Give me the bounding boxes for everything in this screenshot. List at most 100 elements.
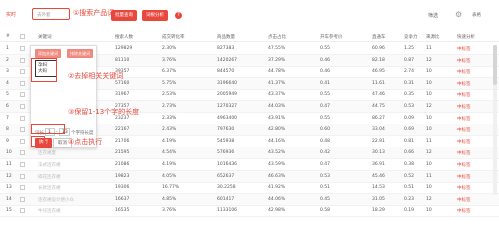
table-row[interactable]: 14 连衣裙设计感小众 16637 4.85% 601417 44.06% 0.45 31.0… — [0, 193, 499, 206]
cell-goods: 3196640 — [217, 80, 238, 86]
search-input[interactable]: 去外套 — [32, 8, 70, 20]
row-checkbox[interactable] — [20, 150, 25, 156]
row-checkbox[interactable] — [20, 80, 25, 86]
cell-action[interactable]: 中标签 — [457, 104, 471, 110]
cell-kw[interactable]: 法式连衣裙 — [38, 162, 61, 168]
cell-action[interactable]: 中标签 — [457, 162, 471, 168]
row-checkbox[interactable] — [20, 173, 25, 179]
cell-action[interactable]: 中标签 — [457, 116, 471, 122]
cell-ratio: 10 — [426, 69, 432, 75]
cell-action[interactable]: 中标签 — [457, 208, 471, 214]
cell-ztc: 82.18 — [372, 57, 385, 63]
cell-action[interactable]: 中标签 — [457, 58, 471, 64]
cell-goods: 30.2258 — [217, 185, 236, 191]
cell-click: 41.92% — [268, 185, 286, 191]
exclude-keyword-button[interactable]: 排除关键词 — [67, 49, 93, 58]
cell-kw[interactable]: 连衣裙夏 — [38, 150, 56, 156]
cell-goods: 545938 — [217, 138, 235, 144]
row-checkbox[interactable] — [20, 208, 25, 214]
header-conv[interactable]: 成交转化率 — [162, 34, 185, 40]
cell-action[interactable]: 中标签 — [457, 174, 471, 180]
row-checkbox[interactable] — [20, 162, 25, 167]
header-click[interactable]: 点击占比 — [268, 34, 286, 40]
execute-highlight-box — [31, 136, 45, 147]
cell-action[interactable]: 中标签 — [457, 197, 471, 203]
cell-click: 44.06% — [268, 196, 286, 202]
cell-comp: 0.19 — [404, 208, 415, 214]
header-search[interactable]: 搜索人数 — [115, 34, 133, 40]
cell-click: 46.63% — [268, 173, 286, 179]
cell-kw[interactable]: 牛仔连衣裙 — [38, 208, 61, 214]
cell-action[interactable]: 中标签 — [457, 81, 471, 87]
header-price[interactable]: 开车参考价 — [320, 34, 343, 40]
cell-action[interactable]: 中标签 — [457, 139, 471, 145]
select-all-checkbox[interactable] — [20, 34, 25, 39]
row-checkbox[interactable] — [20, 104, 25, 109]
row-checkbox[interactable] — [20, 69, 25, 75]
cell-click: 44.78% — [268, 69, 286, 75]
gear-icon[interactable]: ⚙ — [455, 10, 464, 19]
row-checkbox[interactable] — [20, 57, 25, 63]
cell-goods: 1420267 — [217, 57, 238, 63]
cell-goods: 1133106 — [217, 208, 238, 214]
scroll-thumb[interactable] — [493, 45, 497, 85]
cell-price: 0.60 — [320, 127, 331, 133]
row-checkbox[interactable] — [20, 115, 25, 121]
header-keyword[interactable]: 关键词 — [38, 34, 52, 40]
row-checkbox[interactable] — [20, 196, 25, 202]
cell-comp: 1.25 — [404, 46, 415, 51]
cell-price: 0.46 — [320, 69, 331, 75]
cell-action[interactable]: 中标签 — [457, 150, 471, 156]
header-ztc[interactable]: 直通车 — [372, 34, 386, 40]
table-row[interactable]: 15 牛仔连衣裙 16535 3.76% 1133106 42.98% 0.58 18.29 0… — [0, 205, 499, 218]
cell-action[interactable]: 中标签 — [457, 185, 471, 191]
cell-comp: 0.38 — [404, 162, 415, 167]
filter-label[interactable]: 筛选 — [428, 12, 438, 19]
batch-query-button[interactable]: 批量查询 — [111, 10, 137, 21]
cell-kw[interactable]: 碎花连衣裙 — [38, 174, 61, 180]
table-row[interactable]: 10 连衣裙夏 21595 4.54% 576936 43.52% 0.42 30.13 0.6… — [0, 147, 499, 160]
cell-id: 8 — [6, 127, 9, 133]
view-toggle[interactable]: 表格 — [472, 12, 492, 18]
cell-conv: 4.05% — [162, 173, 177, 179]
row-checkbox[interactable] — [20, 138, 25, 144]
cell-goods: 827383 — [217, 46, 235, 51]
scrollbar[interactable] — [493, 45, 497, 195]
cell-ratio: 12 — [426, 196, 432, 202]
row-checkbox[interactable] — [20, 185, 25, 191]
cell-comp: 0.52 — [404, 173, 415, 179]
header-ratio[interactable]: 来源比 — [426, 34, 440, 40]
include-keyword-button[interactable]: 添加关键词 — [35, 49, 61, 58]
row-checkbox[interactable] — [20, 92, 25, 98]
cell-ratio: 10 — [426, 208, 432, 214]
table-row[interactable]: 12 碎花连衣裙 19823 4.05% 652637 46.63% 0.53 45.46 0.… — [0, 170, 499, 183]
cell-click: 37.29% — [268, 57, 286, 63]
annotation-1: ①搜索产品词 — [73, 9, 114, 17]
cell-conv: 2.43% — [162, 127, 177, 133]
cell-goods: 797630 — [217, 127, 235, 133]
realtime-tab[interactable]: 实时 — [6, 11, 16, 18]
table-row[interactable]: 11 法式连衣裙 21086 4.19% 1016436 43.59% 0.47 36.91 0… — [0, 159, 499, 171]
table-row[interactable]: 13 长款连衣裙 19306 16.77% 30.2258 41.92% 0.51 14.53… — [0, 182, 499, 195]
length-unit-label: 个字符长度 — [71, 131, 94, 136]
header-comp[interactable]: 竞争力 — [404, 34, 418, 40]
cell-action[interactable]: 中标签 — [457, 92, 471, 98]
cell-action[interactable]: 中标签 — [457, 46, 471, 52]
header-goods[interactable]: 商品数量 — [217, 34, 235, 40]
cell-kw[interactable]: 连衣裙设计感小众 — [38, 197, 74, 203]
row-checkbox[interactable] — [20, 46, 25, 51]
cell-search: 31967 — [115, 92, 130, 98]
help-icon[interactable]: ? — [175, 12, 182, 19]
cell-ztc: 60.96 — [372, 46, 385, 51]
annotation-3-text: ③保留1-13个字的长度 — [68, 108, 140, 116]
cell-action[interactable]: 中标签 — [457, 127, 471, 133]
cell-conv: 2.73% — [162, 104, 177, 109]
cell-kw[interactable]: 长款连衣裙 — [38, 185, 61, 191]
cell-action[interactable]: 中标签 — [457, 69, 471, 75]
root-analysis-button[interactable]: 词根分析 — [142, 10, 168, 21]
annotation-2-text: ②去掉相关关键词 — [68, 72, 124, 80]
cell-id: 4 — [6, 80, 9, 86]
cell-conv: 4.19% — [162, 162, 177, 167]
cell-search: 81110 — [115, 57, 130, 63]
row-checkbox[interactable] — [20, 127, 25, 133]
